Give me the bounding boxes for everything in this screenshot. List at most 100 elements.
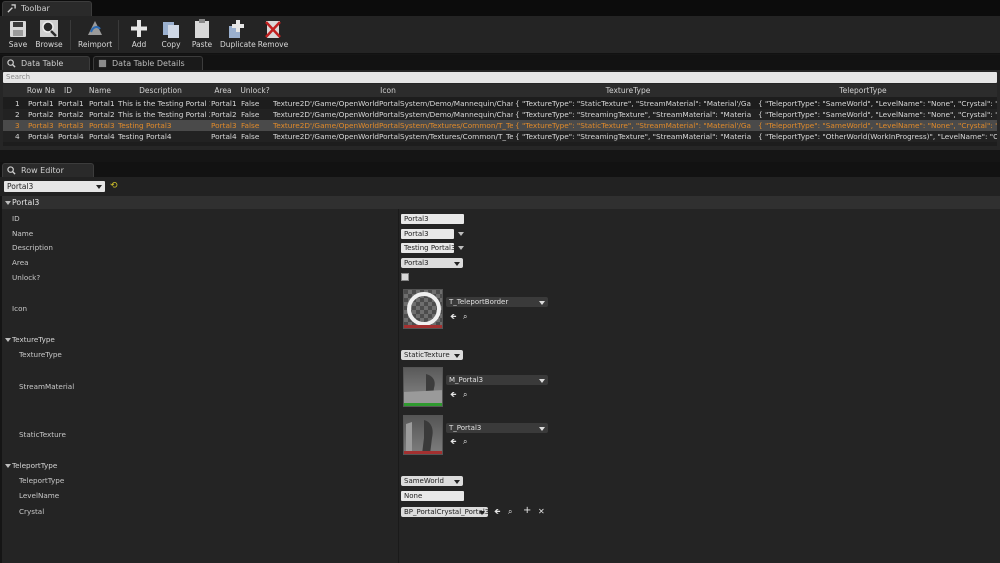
property-label-texture-type: TextureType xyxy=(19,350,62,359)
level-name-field[interactable]: None xyxy=(401,491,464,501)
expand-arrow-icon[interactable] xyxy=(5,464,11,468)
static-texture-thumbnail[interactable] xyxy=(403,415,443,455)
table-cell: Texture2D'/Game/OpenWorldPortalSystem/De… xyxy=(273,110,513,119)
table-cell: Portal1 xyxy=(211,99,237,108)
property-label-description: Description xyxy=(12,243,53,252)
table-cell: Portal2 xyxy=(58,110,84,119)
description-field[interactable]: Testing Portal3 xyxy=(401,243,454,253)
clear-icon[interactable]: ✕ xyxy=(538,507,545,516)
browse-search-icon[interactable]: ⌕ xyxy=(463,437,467,446)
icon-thumbnail[interactable] xyxy=(403,289,443,329)
paste-button[interactable]: Paste xyxy=(185,18,219,52)
row-selector-dropdown[interactable]: Portal3 xyxy=(4,181,105,192)
column-header[interactable]: Name xyxy=(85,84,115,97)
tab-toolbar-label: Toolbar xyxy=(21,4,50,13)
category-teleport-type[interactable]: TeleportType xyxy=(12,461,57,471)
category-texture-type[interactable]: TextureType xyxy=(12,335,55,345)
section-title: Portal3 xyxy=(12,198,40,207)
tab-row-editor[interactable]: Row Editor xyxy=(2,163,94,178)
search-icon xyxy=(7,59,16,68)
table-cell: { "TeleportType": "OtherWorld(WorkInProg… xyxy=(758,132,997,141)
column-splitter[interactable] xyxy=(398,209,399,563)
browse-button[interactable]: Browse xyxy=(32,18,66,52)
browse-search-icon[interactable]: ⌕ xyxy=(508,507,512,516)
save-button[interactable]: Save xyxy=(1,18,35,52)
texture-type-dropdown[interactable]: StaticTexture xyxy=(401,350,463,360)
table-cell: { "TeleportType": "SameWorld", "LevelNam… xyxy=(758,110,997,119)
column-header[interactable]: Row Na xyxy=(21,84,61,97)
property-label-level-name: LevelName xyxy=(19,491,60,500)
chevron-down-icon xyxy=(539,427,545,431)
table-cell: Testing Portal4 xyxy=(118,132,172,141)
row-selector-value: Portal3 xyxy=(7,182,34,191)
use-selected-arrow-icon[interactable]: 🡸 xyxy=(450,312,457,321)
table-row[interactable]: 2 Portal2 Portal2 Portal2 This is the Testin… xyxy=(3,109,997,120)
column-header[interactable]: Icon xyxy=(363,84,413,97)
column-header[interactable]: Description xyxy=(123,84,198,97)
table-row[interactable]: 4 Portal4 Portal4 Portal4 Testing Portal4 Por… xyxy=(3,131,997,142)
icon-asset-value: T_TeleportBorder xyxy=(449,298,509,306)
details-icon xyxy=(98,59,107,68)
chevron-down-icon xyxy=(454,480,460,484)
column-header[interactable]: TeleportType xyxy=(823,84,903,97)
property-label-id: ID xyxy=(12,214,20,223)
paste-icon xyxy=(195,19,209,38)
area-dropdown[interactable]: Portal3 xyxy=(401,258,463,268)
tab-toolbar[interactable]: Toolbar xyxy=(2,1,92,16)
table-cell: Portal1 xyxy=(58,99,84,108)
use-selected-arrow-icon[interactable]: 🡸 xyxy=(494,507,501,516)
table-cell: 3 xyxy=(15,121,20,130)
tab-data-table[interactable]: Data Table xyxy=(2,56,90,71)
column-header[interactable]: TextureType xyxy=(588,84,668,97)
stream-material-dropdown[interactable]: M_Portal3 xyxy=(446,375,548,385)
tab-data-table-details[interactable]: Data Table Details xyxy=(93,56,203,71)
table-row[interactable]: 3 Portal3 Portal3 Portal3 Testing Portal3 Por… xyxy=(3,120,997,131)
area-value: Portal3 xyxy=(404,259,429,267)
paste-label: Paste xyxy=(191,40,213,49)
search-input[interactable]: Search xyxy=(3,72,997,83)
chevron-down-icon xyxy=(539,379,545,383)
add-button[interactable]: Add xyxy=(122,18,156,52)
portal-mannequin-icon xyxy=(406,420,433,454)
icon-asset-dropdown[interactable]: T_TeleportBorder xyxy=(446,297,548,307)
texture-type-bar xyxy=(404,325,442,328)
unlock-checkbox[interactable] xyxy=(401,273,409,281)
table-cell: Portal2 xyxy=(89,110,115,119)
section-header[interactable]: Portal3 xyxy=(2,196,1000,209)
use-selected-arrow-icon[interactable]: 🡸 xyxy=(450,390,457,399)
name-field[interactable]: Portal3 xyxy=(401,229,454,239)
browse-search-icon[interactable]: ⌕ xyxy=(463,390,467,399)
toolbar-separator xyxy=(70,20,71,50)
reimport-button[interactable]: Reimport xyxy=(78,18,112,52)
column-header[interactable]: ID xyxy=(58,84,78,97)
wrench-icon xyxy=(7,4,16,13)
chevron-down-icon xyxy=(539,301,545,305)
row-editor-bar xyxy=(0,177,1000,196)
column-header[interactable]: Unlock? xyxy=(235,84,275,97)
chevron-down-icon[interactable] xyxy=(458,232,464,236)
table-cell: Portal1 xyxy=(28,99,54,108)
duplicate-button[interactable]: Duplicate xyxy=(220,18,256,52)
reset-icon[interactable]: ⟲ xyxy=(110,181,118,191)
copy-button[interactable]: Copy xyxy=(154,18,188,52)
data-table-tabstrip: Data Table Data Table Details xyxy=(0,55,1000,71)
add-icon[interactable]: + xyxy=(523,506,531,516)
column-header[interactable]: Area xyxy=(208,84,238,97)
table-cell: { "TeleportType": "SameWorld", "LevelNam… xyxy=(758,121,997,130)
browse-search-icon[interactable]: ⌕ xyxy=(463,312,467,321)
teleport-type-dropdown[interactable]: SameWorld xyxy=(401,476,463,486)
toolbar-separator xyxy=(118,20,119,50)
use-selected-arrow-icon[interactable]: 🡸 xyxy=(450,437,457,446)
table-cell: Portal1 xyxy=(89,99,115,108)
id-field[interactable]: Portal3 xyxy=(401,214,464,224)
static-texture-dropdown[interactable]: T_Portal3 xyxy=(446,423,548,433)
remove-button[interactable]: Remove xyxy=(256,18,290,52)
expand-arrow-icon[interactable] xyxy=(5,338,11,342)
table-row[interactable]: 1 Portal1 Portal1 Portal1 This is the Testin… xyxy=(3,98,997,109)
copy-icon xyxy=(163,22,179,38)
table-cell: { "TeleportType": "SameWorld", "LevelNam… xyxy=(758,99,997,108)
chevron-down-icon[interactable] xyxy=(458,246,464,250)
property-label-static-texture: StaticTexture xyxy=(19,430,66,439)
crystal-dropdown[interactable]: BP_PortalCrystal_Portal3 xyxy=(401,507,489,517)
stream-material-thumbnail[interactable] xyxy=(403,367,443,407)
